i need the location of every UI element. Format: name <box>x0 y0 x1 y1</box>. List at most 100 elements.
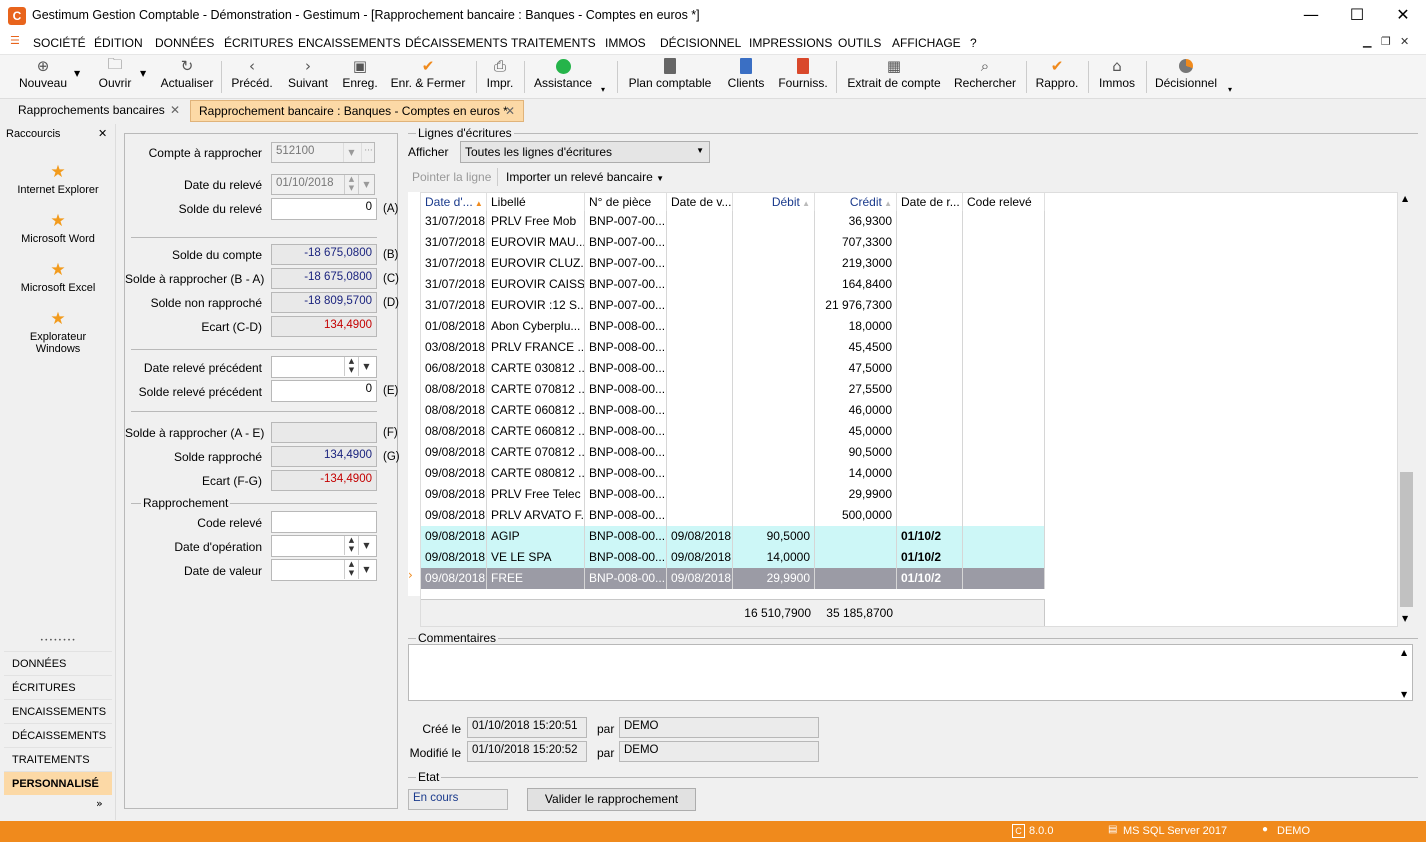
toolbar-more-icon-2[interactable]: ▾ <box>1228 85 1232 94</box>
close-tab-icon[interactable]: ✕ <box>505 104 515 118</box>
menu-help[interactable]: ? <box>970 36 977 50</box>
save-close-button[interactable]: ✔ Enr. & Fermer <box>388 55 468 99</box>
col-header-date-rappro[interactable]: Date de r... <box>897 193 963 213</box>
statement-date-dropdown-icon[interactable]: ▼ <box>358 175 374 194</box>
scroll-down-icon[interactable]: ▼ <box>1402 614 1408 623</box>
col-header-libelle[interactable]: Libellé <box>487 193 585 213</box>
menu-edition[interactable]: ÉDITION <box>94 36 143 50</box>
comments-scroll-up-icon[interactable]: ▲ <box>1401 648 1407 657</box>
display-filter-select[interactable]: Toutes les lignes d'écritures ▼ <box>460 141 710 163</box>
operation-date-dropdown-icon[interactable]: ▼ <box>358 536 374 555</box>
shortcut-excel[interactable]: ★ Microsoft Excel <box>0 260 116 294</box>
table-row[interactable]: 01/08/2018 Abon Cyberplu... BNP-008-00... 1… <box>421 316 1045 337</box>
shortcut-word[interactable]: ★ Microsoft Word <box>0 211 116 245</box>
col-header-code-releve[interactable]: Code relevé <box>963 193 1045 213</box>
col-header-date[interactable]: Date d'... ▲ <box>421 193 487 213</box>
mdi-close-icon[interactable]: ✕ <box>1400 35 1409 48</box>
account-statement-button[interactable]: ▦ Extrait de compte <box>844 55 944 99</box>
minimize-icon[interactable]: — <box>1288 0 1334 32</box>
menu-encaissements[interactable]: ENCAISSEMENTS <box>298 36 401 50</box>
value-date-spinner-icon[interactable]: ▲ ▼ <box>344 560 358 579</box>
col-header-piece[interactable]: N° de pièce <box>585 193 667 213</box>
col-header-date-valeur[interactable]: Date de v... <box>667 193 733 213</box>
menu-immos[interactable]: IMMOS <box>605 36 646 50</box>
scroll-thumb[interactable] <box>1400 472 1413 607</box>
close-panel-icon[interactable]: ✕ <box>98 127 107 140</box>
nav-ecritures[interactable]: ÉCRITURES <box>4 675 112 699</box>
immos-button[interactable]: ⌂ Immos <box>1094 55 1140 99</box>
table-row[interactable]: 09/08/2018 PRLV ARVATO F... BNP-008-00... 5… <box>421 505 1045 526</box>
menu-outils[interactable]: OUTILS <box>838 36 881 50</box>
validate-reconciliation-button[interactable]: Valider le rapprochement <box>527 788 696 811</box>
suppliers-button[interactable]: Fourniss. <box>776 55 830 99</box>
menu-traitements[interactable]: TRAITEMENTS <box>511 36 596 50</box>
menu-societe[interactable]: SOCIÉTÉ <box>33 36 86 50</box>
menu-decisionnel[interactable]: DÉCISIONNEL <box>660 36 741 50</box>
col-header-credit[interactable]: Crédit ▲ <box>815 193 897 213</box>
reconcile-button[interactable]: ✔ Rappro. <box>1034 55 1080 99</box>
table-row[interactable]: 09/08/2018 AGIP BNP-008-00... 09/08/2018 90,… <box>421 526 1045 547</box>
new-button[interactable]: ⊕ Nouveau <box>14 55 72 99</box>
menu-affichage[interactable]: AFFICHAGE <box>892 36 961 50</box>
chart-of-accounts-button[interactable]: Plan comptable <box>624 55 716 99</box>
operation-date-spinner-icon[interactable]: ▲ ▼ <box>344 536 358 555</box>
nav-personnalise[interactable]: PERSONNALISÉ <box>4 771 112 795</box>
clients-button[interactable]: Clients <box>724 55 768 99</box>
table-row[interactable]: 09/08/2018 CARTE 070812 ... BNP-008-00... 9… <box>421 442 1045 463</box>
account-dropdown-icon[interactable]: ▼ <box>343 143 359 162</box>
table-row[interactable]: 03/08/2018 PRLV FRANCE ... BNP-008-00... 45… <box>421 337 1045 358</box>
tab-rapprochements[interactable]: Rapprochements bancaires ✕ <box>10 100 188 122</box>
statement-code-input[interactable] <box>271 511 377 533</box>
close-tab-icon[interactable]: ✕ <box>170 103 180 117</box>
table-row[interactable]: 08/08/2018 CARTE 070812 ... BNP-008-00... 2… <box>421 379 1045 400</box>
point-line-button[interactable]: Pointer la ligne <box>412 170 491 184</box>
nav-decaissements[interactable]: DÉCAISSEMENTS <box>4 723 112 747</box>
account-field[interactable]: 512100 <box>271 142 375 163</box>
close-icon[interactable]: ✕ <box>1380 0 1426 32</box>
print-button[interactable]: ⎙ Impr. <box>482 55 518 99</box>
nav-traitements[interactable]: TRAITEMENTS <box>4 747 112 771</box>
mdi-restore-icon[interactable]: ❐ <box>1381 35 1391 48</box>
shortcut-internet-explorer[interactable]: ★ Internet Explorer <box>0 162 116 196</box>
table-row[interactable]: 08/08/2018 CARTE 060812 ... BNP-008-00... 4… <box>421 421 1045 442</box>
shortcut-explorer[interactable]: ★ Explorateur Windows <box>0 309 116 355</box>
previous-button[interactable]: ‹ Précéd. <box>228 55 276 99</box>
tab-rapprochement-active[interactable]: Rapprochement bancaire : Banques - Compt… <box>190 100 524 122</box>
maximize-icon[interactable]: ☐ <box>1334 0 1380 32</box>
table-row[interactable]: 31/07/2018 EUROVIR MAU... BNP-007-00... 707… <box>421 232 1045 253</box>
assistance-button[interactable]: Assistance <box>532 55 594 99</box>
account-browse-icon[interactable]: ··· <box>361 143 375 162</box>
statement-date-spinner-icon[interactable]: ▲ ▼ <box>344 175 358 194</box>
open-button[interactable]: 🗀 Ouvrir <box>90 55 140 99</box>
previous-date-dropdown-icon[interactable]: ▼ <box>358 357 374 376</box>
table-row[interactable]: 09/08/2018 CARTE 080812 ... BNP-008-00... 1… <box>421 463 1045 484</box>
import-statement-button[interactable]: Importer un relevé bancaire ▼ <box>506 170 664 184</box>
menu-donnees[interactable]: DONNÉES <box>155 36 214 50</box>
comments-textarea[interactable] <box>408 644 1413 701</box>
grid-scrollbar[interactable]: ▲ ▼ <box>1398 192 1415 627</box>
refresh-button[interactable]: ↻ Actualiser <box>158 55 216 99</box>
quick-access-icon[interactable]: ☰ <box>10 34 20 47</box>
search-button[interactable]: ⌕ Rechercher <box>952 55 1018 99</box>
expand-nav-icon[interactable]: » <box>96 797 103 810</box>
value-date-dropdown-icon[interactable]: ▼ <box>358 560 374 579</box>
table-row[interactable]: 31/07/2018 PRLV Free Mob BNP-007-00... 36,9… <box>421 211 1045 232</box>
nav-encaissements[interactable]: ENCAISSEMENTS <box>4 699 112 723</box>
splitter-grip[interactable]: •••••••• <box>40 637 76 644</box>
menu-decaissements[interactable]: DÉCAISSEMENTS <box>405 36 508 50</box>
toolbar-more-icon[interactable]: ▾ <box>601 85 605 94</box>
col-header-debit[interactable]: Débit ▲ <box>733 193 815 213</box>
table-row[interactable]: 06/08/2018 CARTE 030812 ... BNP-008-00... 4… <box>421 358 1045 379</box>
new-dropdown-icon[interactable]: ▼ <box>74 69 80 78</box>
open-dropdown-icon[interactable]: ▼ <box>140 69 146 78</box>
next-button[interactable]: › Suivant <box>284 55 332 99</box>
table-row[interactable]: 09/08/2018 FREE BNP-008-00... 09/08/2018 29,… <box>421 568 1045 589</box>
menu-impressions[interactable]: IMPRESSIONS <box>749 36 832 50</box>
nav-donnees[interactable]: DONNÉES <box>4 651 112 675</box>
statement-balance-input[interactable]: 0 <box>271 198 377 220</box>
table-row[interactable]: 31/07/2018 EUROVIR CAISS... BNP-007-00... 1… <box>421 274 1045 295</box>
table-row[interactable]: 31/07/2018 EUROVIR CLUZ... BNP-007-00... 21… <box>421 253 1045 274</box>
mdi-minimize-icon[interactable]: ▁ <box>1363 35 1371 48</box>
comments-scroll-down-icon[interactable]: ▼ <box>1401 690 1407 699</box>
previous-date-spinner-icon[interactable]: ▲ ▼ <box>344 357 358 376</box>
